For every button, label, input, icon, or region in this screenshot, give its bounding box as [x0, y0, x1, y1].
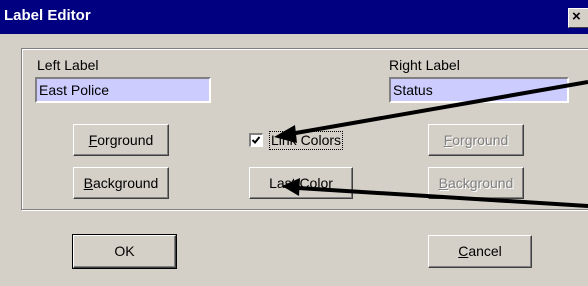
close-icon: × [572, 8, 581, 25]
ok-button[interactable]: OK [72, 234, 177, 269]
right-background-button-label: Background [438, 175, 514, 191]
label-editor-window: Label Editor × Left Label East Police Ri… [0, 0, 588, 286]
left-label-field[interactable]: East Police [35, 77, 211, 103]
checkmark-icon [251, 136, 261, 144]
left-background-button[interactable]: Background [73, 167, 169, 199]
right-label-caption: Right Label [389, 57, 460, 73]
left-background-button-label: Background [83, 175, 159, 191]
window-title: Label Editor [4, 7, 91, 24]
right-background-button[interactable]: Background [428, 167, 524, 199]
left-label-caption: Left Label [37, 57, 99, 73]
title-bar[interactable]: Label Editor × [0, 0, 588, 34]
cancel-button-label: Cancel [458, 243, 502, 259]
last-color-button-label: Last Color [269, 175, 333, 191]
right-foreground-button[interactable]: Forground [428, 124, 524, 156]
right-label-field[interactable]: Status [389, 77, 569, 103]
left-foreground-button-label: Forground [88, 132, 154, 148]
ok-button-label: OK [114, 243, 135, 259]
link-colors-checkbox[interactable] [249, 133, 263, 147]
link-colors-label[interactable]: Link Colors [268, 131, 344, 150]
last-color-button[interactable]: Last Color [249, 167, 353, 199]
close-button[interactable]: × [568, 8, 588, 28]
cancel-button[interactable]: Cancel [428, 235, 532, 268]
right-foreground-button-label: Forground [443, 132, 509, 148]
left-foreground-button[interactable]: Forground [73, 124, 169, 156]
